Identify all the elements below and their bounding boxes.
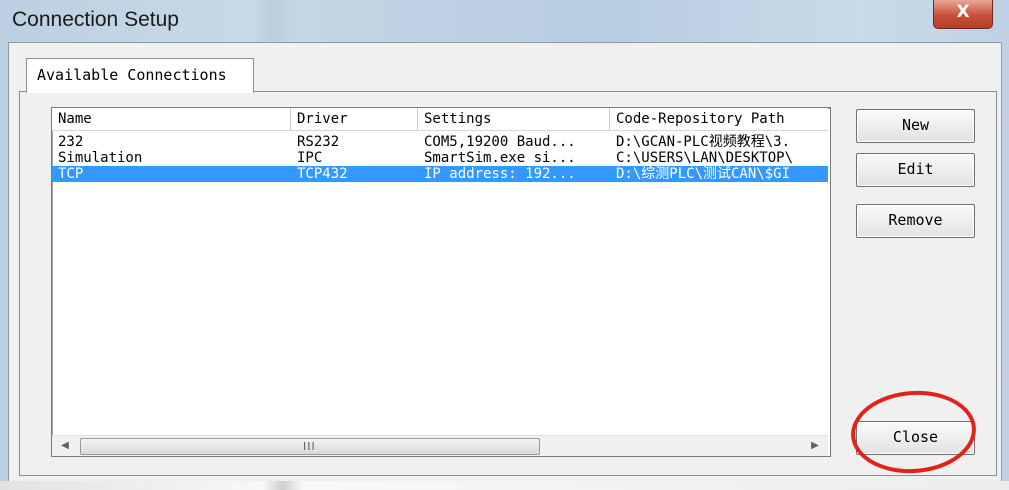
row-name: TCP (58, 166, 84, 182)
table-row[interactable]: Simulation IPC SmartSim.exe si... C:\USE… (52, 150, 828, 166)
row-settings: IP address: 192... (424, 166, 576, 182)
window-close-button[interactable]: X (933, 0, 993, 29)
row-path: D:\GCAN-PLC视频教程\3. (616, 134, 791, 150)
row-settings: SmartSim.exe si... (424, 150, 576, 166)
bottom-strip (0, 481, 1009, 490)
column-header-driver[interactable]: Driver (291, 108, 418, 131)
new-button[interactable]: New (856, 109, 975, 143)
row-driver: RS232 (297, 134, 340, 150)
row-name: 232 (58, 134, 84, 150)
table-row[interactable]: 232 RS232 COM5,19200 Baud... D:\GCAN-PLC… (52, 134, 828, 150)
row-driver: TCP432 (297, 166, 348, 182)
tab-panel: Name Driver Settings Code-Repository Pat… (19, 91, 997, 476)
horizontal-scrollbar[interactable]: ◀ III ▶ (52, 435, 828, 456)
list-header: Name Driver Settings Code-Repository Pat… (52, 108, 828, 131)
connections-list[interactable]: Name Driver Settings Code-Repository Pat… (51, 107, 831, 457)
row-settings: COM5,19200 Baud... (424, 134, 576, 150)
tab-label: Available Connections (37, 66, 227, 84)
column-header-name[interactable]: Name (52, 108, 291, 131)
dialog-client-area: Available Connections Name Driver Settin… (8, 42, 1002, 483)
title-bar[interactable]: Connection Setup X (0, 0, 1009, 42)
row-driver: IPC (297, 150, 323, 166)
row-path: D:\综测PLC\测试CAN\$GI (616, 166, 791, 182)
scrollbar-thumb[interactable]: III (80, 438, 540, 455)
scroll-right-icon[interactable]: ▶ (806, 436, 824, 456)
remove-button[interactable]: Remove (856, 204, 975, 238)
column-header-path[interactable]: Code-Repository Path (610, 108, 828, 131)
grip-icon: III (303, 440, 316, 453)
window-title: Connection Setup (12, 8, 179, 31)
close-icon: X (956, 2, 970, 22)
edit-button[interactable]: Edit (856, 153, 975, 187)
table-row-selected[interactable]: TCP TCP432 IP address: 192... D:\综测PLC\测… (52, 166, 828, 182)
row-name: Simulation (58, 150, 143, 166)
row-path: C:\USERS\LAN\DESKTOP\ (616, 150, 794, 166)
tab-available-connections[interactable]: Available Connections (26, 58, 254, 93)
column-header-settings[interactable]: Settings (418, 108, 610, 131)
scroll-left-icon[interactable]: ◀ (56, 436, 74, 456)
connection-setup-window: Connection Setup X Available Connections… (0, 0, 1009, 490)
